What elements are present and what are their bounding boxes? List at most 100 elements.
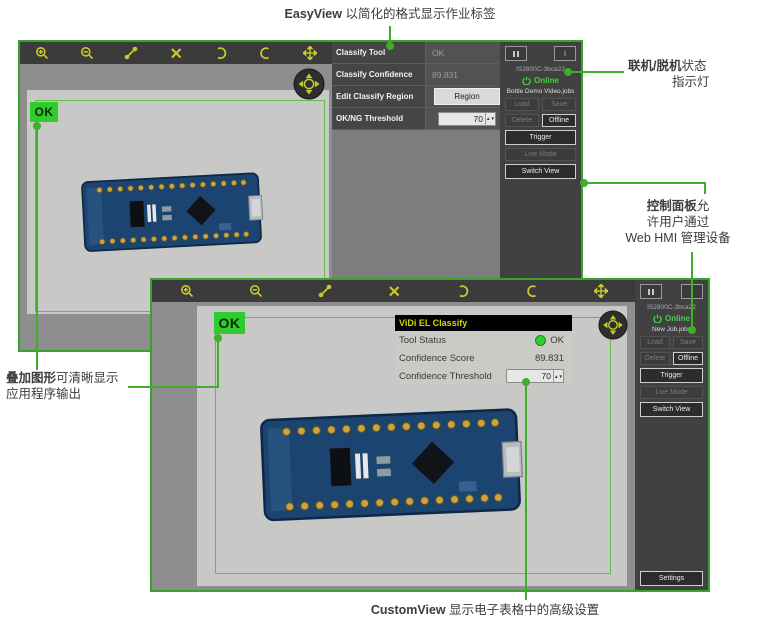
move-tool-icon[interactable] [301, 45, 319, 61]
callout-text: 状态 [681, 59, 706, 73]
confidence-threshold-spinner[interactable]: 70 ▲▼ [506, 369, 564, 383]
threshold-label: OK/NG Threshold [332, 108, 426, 129]
callout-line [586, 182, 706, 184]
callout-dot [386, 42, 394, 50]
live-mode-button[interactable]: Live Mode [505, 148, 576, 161]
callout-bold-text: CustomView [371, 603, 446, 617]
delete-tool-icon[interactable] [385, 283, 403, 299]
ok-overlay-badge: OK [214, 312, 245, 334]
tool-status-value: OK [550, 335, 564, 346]
load-button[interactable]: Load [640, 336, 670, 349]
callout-dot [688, 326, 696, 334]
callout-text: 许用户通过 [606, 214, 750, 230]
callout-dot [564, 68, 572, 76]
callout-text: 可清晰显示 [56, 371, 119, 385]
table-row: Confidence Threshold 70 ▲▼ [395, 367, 572, 385]
rotate-ccw-icon[interactable] [212, 45, 230, 61]
zoom-out-icon[interactable] [247, 283, 265, 299]
line-tool-icon[interactable] [316, 283, 334, 299]
customview-window: OK ViDi EL Classify Tool Status OK Confi… [150, 278, 710, 592]
callout-line [36, 128, 38, 370]
callout-text: 指示灯 [628, 74, 770, 90]
job-name: Bottle Demo Video.jobs [505, 88, 576, 95]
power-icon [653, 314, 662, 323]
documentation-figure: OK Classify Tool OK Classify Confidence … [0, 0, 770, 634]
callout-text: 应用程序输出 [6, 386, 142, 402]
live-mode-button[interactable]: Live Mode [640, 386, 703, 399]
arduino-board-image [255, 396, 535, 533]
spinner-arrows-icon[interactable]: ▲▼ [553, 370, 563, 382]
classify-confidence-label: Classify Confidence [332, 64, 426, 85]
classify-table: Classify Tool OK Classify Confidence 89.… [332, 42, 502, 130]
spinner-arrows-icon[interactable]: ▲▼ [485, 113, 495, 125]
online-status-label: Online [534, 76, 559, 85]
edit-classify-region-label: Edit Classify Region [332, 86, 426, 107]
save-button[interactable]: Save [542, 98, 576, 111]
status-callout: 联机/脱机状态 指示灯 [628, 58, 770, 90]
callout-line [525, 386, 527, 600]
callout-line [691, 252, 693, 328]
threshold-value: 70 [439, 114, 485, 124]
offline-button[interactable]: Offline [673, 352, 703, 365]
offline-button[interactable]: Offline [542, 114, 576, 127]
rotate-cw-icon[interactable] [256, 45, 274, 61]
settings-button[interactable]: Settings [640, 571, 703, 586]
confidence-score-value: 89.831 [535, 353, 564, 364]
callout-text: 以简化的格式显示作业标签 [342, 7, 495, 21]
customview-device-panel: i IS2800C-3bca22 Online New Job.jobs Loa… [635, 280, 708, 590]
table-row: Classify Tool OK [332, 42, 502, 64]
move-tool-icon[interactable] [592, 283, 610, 299]
rotate-cw-icon[interactable] [523, 283, 541, 299]
easyview-toolbar [20, 42, 332, 64]
pan-dpad-control[interactable] [293, 68, 325, 100]
power-icon [522, 76, 531, 85]
table-row: Confidence Score 89.831 [395, 349, 572, 367]
collapse-panel-icon[interactable] [505, 46, 527, 61]
trigger-button[interactable]: Trigger [640, 368, 703, 383]
callout-bold-text: 控制面板 [647, 199, 697, 213]
delete-tool-icon[interactable] [167, 45, 185, 61]
line-tool-icon[interactable] [122, 45, 140, 61]
callout-dot [214, 334, 222, 342]
threshold-spinner[interactable]: 70 ▲▼ [438, 112, 496, 126]
info-icon[interactable]: i [554, 46, 576, 61]
threshold-cell: 70 ▲▼ [426, 108, 502, 129]
table-row: Edit Classify Region Region [332, 86, 502, 108]
zoom-out-icon[interactable] [78, 45, 96, 61]
callout-text: 显示电子表格中的高级设置 [446, 603, 599, 617]
customview-callout: CustomView 显示电子表格中的高级设置 [300, 602, 670, 618]
device-name: IS2800C-3bca22 [640, 304, 703, 311]
ok-overlay-badge: OK [30, 102, 58, 122]
confidence-threshold-label: Confidence Threshold [399, 371, 506, 382]
zoom-in-icon[interactable] [178, 283, 196, 299]
control-panel-callout: 控制面板允 许用户通过 Web HMI 管理设备 [606, 198, 750, 246]
vidi-table-title: ViDi EL Classify [395, 315, 572, 331]
delete-button[interactable]: Delete [505, 114, 539, 127]
pan-dpad-control[interactable] [598, 310, 628, 340]
trigger-button[interactable]: Trigger [505, 130, 576, 145]
callout-text: Web HMI 管理设备 [606, 230, 750, 246]
overlay-callout: 叠加图形可清晰显示 应用程序输出 [6, 370, 142, 402]
table-row: OK/NG Threshold 70 ▲▼ [332, 108, 502, 130]
callout-dot [580, 179, 588, 187]
callout-line [704, 182, 706, 194]
load-button[interactable]: Load [505, 98, 539, 111]
callout-bold-text: EasyView [285, 7, 342, 21]
status-dot-icon [535, 335, 546, 346]
callout-line [570, 71, 624, 73]
delete-button[interactable]: Delete [640, 352, 670, 365]
switch-view-button[interactable]: Switch View [505, 164, 576, 179]
region-button[interactable]: Region [434, 88, 500, 105]
callout-dot [33, 122, 41, 130]
edit-classify-region-cell: Region [426, 86, 502, 107]
save-button[interactable]: Save [673, 336, 703, 349]
callout-bold-text: 叠加图形 [6, 371, 56, 385]
table-row: Tool Status OK [395, 331, 572, 349]
confidence-threshold-value: 70 [507, 371, 553, 381]
rotate-ccw-icon[interactable] [454, 283, 472, 299]
switch-view-button[interactable]: Switch View [640, 402, 703, 417]
tool-status-label: Tool Status [399, 335, 535, 346]
zoom-in-icon[interactable] [33, 45, 51, 61]
collapse-panel-icon[interactable] [640, 284, 662, 299]
callout-bold-text: 联机/脱机 [628, 59, 681, 73]
